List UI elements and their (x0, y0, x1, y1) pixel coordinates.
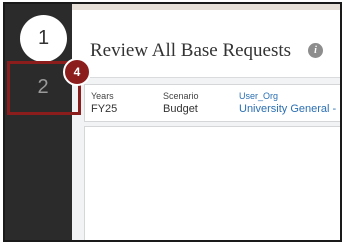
pov-scenario-value: Budget (163, 103, 198, 115)
main-content: Review All Base Requests i Years FY25 Sc… (72, 4, 340, 240)
step-rail: 1 2 (5, 4, 72, 240)
pov-user-org-value: University General - 1 (239, 103, 342, 115)
info-icon[interactable]: i (308, 43, 323, 58)
pov-years[interactable]: Years FY25 (91, 91, 117, 116)
title-row: Review All Base Requests i (72, 10, 340, 78)
callout-number: 4 (73, 65, 81, 79)
step-1-button[interactable]: 1 (20, 15, 67, 62)
app-frame: 1 2 Review All Base Requests i Years FY2… (3, 2, 342, 242)
pov-user-org-label: User_Org (239, 91, 279, 101)
pov-years-label: Years (91, 91, 114, 101)
pov-scenario[interactable]: Scenario Budget (163, 91, 199, 116)
page-title: Review All Base Requests (90, 40, 292, 61)
pov-scenario-label: Scenario (163, 91, 199, 101)
pov-user-org[interactable]: User_Org University General - 1 (239, 91, 342, 116)
step-1-label: 1 (37, 27, 50, 49)
data-grid[interactable] (84, 126, 340, 240)
callout-badge: 4 (63, 58, 91, 86)
pov-bar: Years FY25 Scenario Budget User_Org Univ… (84, 84, 340, 122)
pov-years-value: FY25 (91, 103, 118, 115)
